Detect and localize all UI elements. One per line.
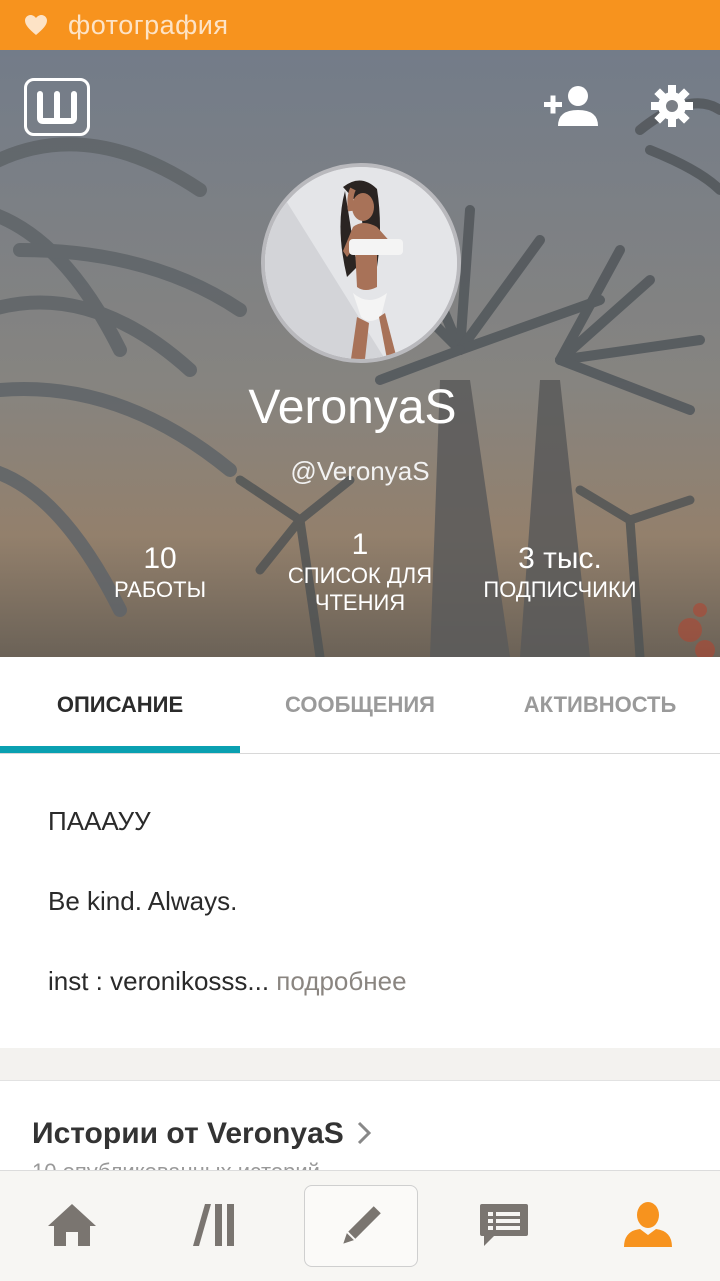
messages-icon xyxy=(480,1204,528,1246)
tab-messages[interactable]: СООБЩЕНИЯ xyxy=(240,657,480,753)
home-icon xyxy=(48,1204,96,1246)
stat-works-value: 10 xyxy=(143,542,177,575)
gear-icon[interactable] xyxy=(650,84,694,128)
read-more-link[interactable]: подробнее xyxy=(269,966,406,996)
stat-works[interactable]: 10 РАБОТЫ xyxy=(90,542,230,603)
notification-title: фотография xyxy=(68,9,229,40)
profile-tabs: ОПИСАНИЕ СООБЩЕНИЯ АКТИВНОСТЬ xyxy=(0,657,720,754)
description-line-1: ПАААУУ xyxy=(48,806,151,836)
description-line-3: inst : veronikosss... подробнее xyxy=(48,966,407,997)
library-icon xyxy=(193,1204,234,1246)
description-line-2: Be kind. Always. xyxy=(48,886,238,916)
profile-icon xyxy=(624,1202,672,1247)
description-card: ПАААУУ Be kind. Always. inst : veronikos… xyxy=(0,754,720,1048)
nav-messages[interactable] xyxy=(448,1185,560,1265)
pencil-icon xyxy=(343,1206,381,1244)
nav-write[interactable] xyxy=(304,1185,418,1267)
avatar[interactable] xyxy=(261,163,461,363)
nav-home[interactable] xyxy=(16,1185,128,1265)
notification-bar: фотография xyxy=(0,0,720,50)
stat-reading-lists-value: 1 xyxy=(351,528,369,561)
add-user-icon[interactable] xyxy=(544,84,602,128)
display-name: VeronyaS xyxy=(248,381,457,434)
stat-followers-value: 3 тыс. xyxy=(518,542,602,575)
description-line-3-text: inst : veronikosss... xyxy=(48,966,270,996)
stat-followers[interactable]: 3 тыс. ПОДПИСЧИКИ xyxy=(468,542,652,603)
stat-reading-lists[interactable]: 1 СПИСОК ДЛЯ ЧТЕНИЯ xyxy=(270,528,450,616)
nav-library[interactable] xyxy=(160,1185,272,1265)
stories-section[interactable]: Истории от VeronyaS 10 опубликованных ис… xyxy=(0,1081,720,1171)
stat-followers-label: ПОДПИСЧИКИ xyxy=(483,577,637,602)
wattpad-logo[interactable] xyxy=(24,78,90,136)
tab-activity[interactable]: АКТИВНОСТЬ xyxy=(480,657,720,753)
bottom-navigation xyxy=(0,1170,720,1281)
stories-title: Истории от VeronyaS xyxy=(32,1117,344,1150)
chevron-right-icon xyxy=(357,1121,372,1145)
username-handle: @VeronyaS xyxy=(290,456,430,486)
heart-icon xyxy=(22,11,50,39)
profile-header: VeronyaS @VeronyaS 10 РАБОТЫ 1 СПИСОК ДЛ… xyxy=(0,50,720,657)
stat-reading-lists-label: СПИСОК ДЛЯ ЧТЕНИЯ xyxy=(287,563,433,615)
nav-profile[interactable] xyxy=(592,1185,704,1265)
section-divider xyxy=(0,1048,720,1081)
tab-description[interactable]: ОПИСАНИЕ xyxy=(0,657,240,753)
stat-works-label: РАБОТЫ xyxy=(113,577,207,602)
